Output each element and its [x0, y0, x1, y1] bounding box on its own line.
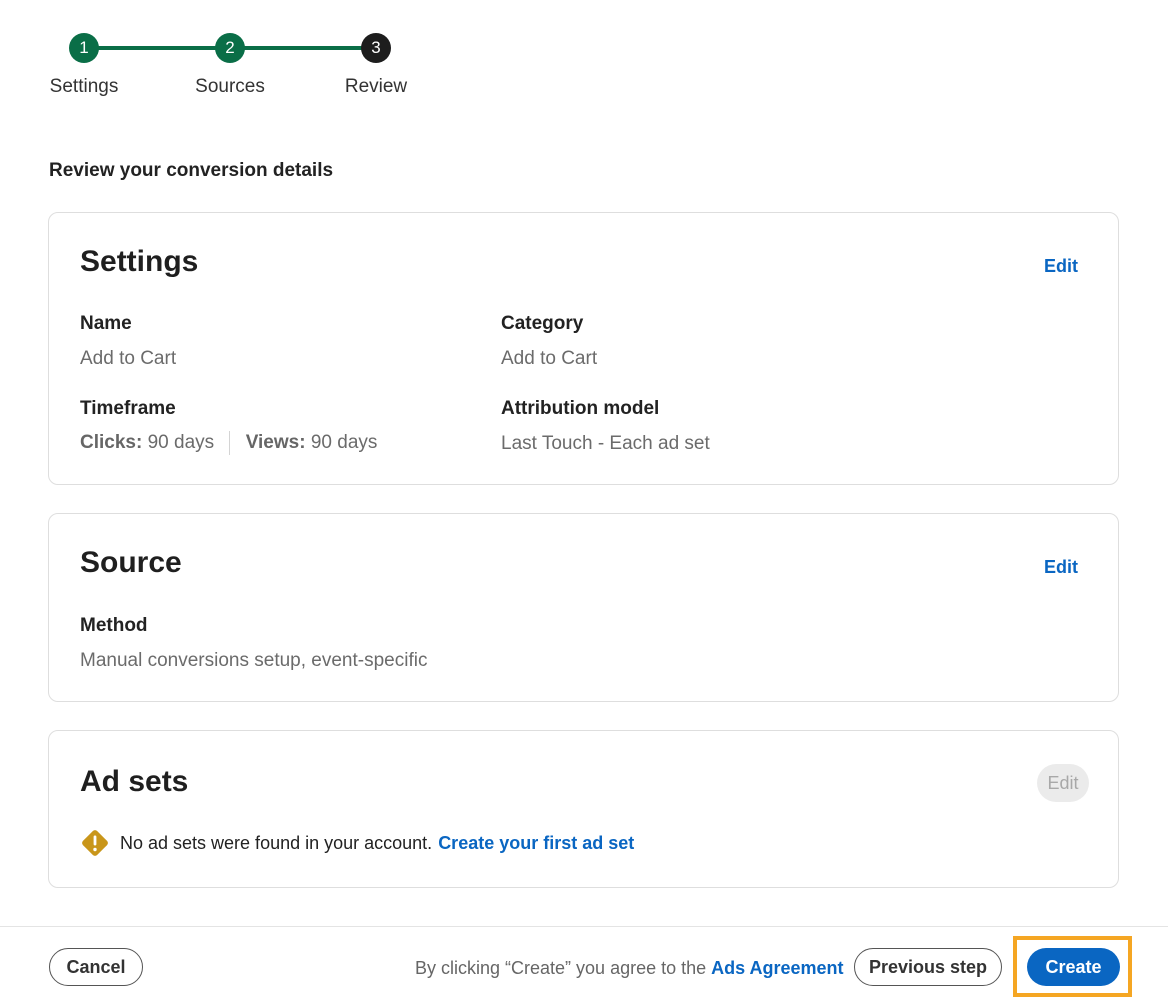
step-3-label: Review [344, 76, 408, 97]
step-3-circle: 3 [361, 33, 391, 63]
settings-card-title: Settings [80, 245, 199, 278]
method-value: Manual conversions setup, event-specific [80, 650, 428, 671]
attribution-value: Last Touch - Each ad set [501, 433, 710, 454]
timeframe-divider [229, 431, 231, 455]
source-card: Source Edit Method Manual conversions se… [48, 513, 1119, 702]
step-connector [230, 46, 376, 50]
settings-card: Settings Edit Name Add to Cart Category … [48, 212, 1119, 485]
adsets-warning: No ad sets were found in your account. C… [80, 828, 634, 858]
create-adset-link[interactable]: Create your first ad set [438, 833, 634, 854]
progress-stepper: 1 2 3 Settings Sources Review [0, 0, 460, 110]
adsets-edit-button-disabled: Edit [1037, 764, 1089, 802]
method-label: Method [80, 615, 148, 636]
cancel-button[interactable]: Cancel [49, 948, 143, 986]
agreement-prefix: By clicking “Create” you agree to the [415, 958, 707, 978]
clicks-value: 90 days [147, 432, 215, 454]
adsets-card: Ad sets Edit No ad sets were found in yo… [48, 730, 1119, 888]
adsets-card-title: Ad sets [80, 765, 189, 798]
previous-step-button[interactable]: Previous step [854, 948, 1002, 986]
category-label: Category [501, 313, 584, 334]
step-1-circle: 1 [69, 33, 99, 63]
page-heading: Review your conversion details [49, 160, 334, 181]
name-value: Add to Cart [80, 348, 177, 369]
source-card-title: Source [80, 546, 182, 579]
settings-edit-link[interactable]: Edit [1044, 256, 1078, 277]
timeframe-value: Clicks: 90 days Views: 90 days [80, 431, 377, 455]
views-value: 90 days [310, 432, 378, 454]
create-button[interactable]: Create [1027, 948, 1120, 986]
views-label: Views: [245, 432, 306, 454]
timeframe-label: Timeframe [80, 398, 176, 419]
step-1-label: Settings [49, 76, 119, 97]
name-label: Name [80, 313, 132, 334]
step-connector [84, 46, 230, 50]
agreement-text: By clicking “Create” you agree to the Ad… [415, 958, 844, 979]
footer-bar: Cancel By clicking “Create” you agree to… [0, 926, 1168, 1007]
step-2-circle: 2 [215, 33, 245, 63]
category-value: Add to Cart [501, 348, 598, 369]
warning-diamond-icon [80, 828, 110, 858]
attribution-label: Attribution model [501, 398, 660, 419]
warning-text: No ad sets were found in your account. [120, 832, 433, 853]
step-2-label: Sources [195, 76, 265, 97]
ads-agreement-link[interactable]: Ads Agreement [711, 958, 843, 978]
source-edit-link[interactable]: Edit [1044, 557, 1078, 578]
clicks-label: Clicks: [80, 432, 143, 454]
